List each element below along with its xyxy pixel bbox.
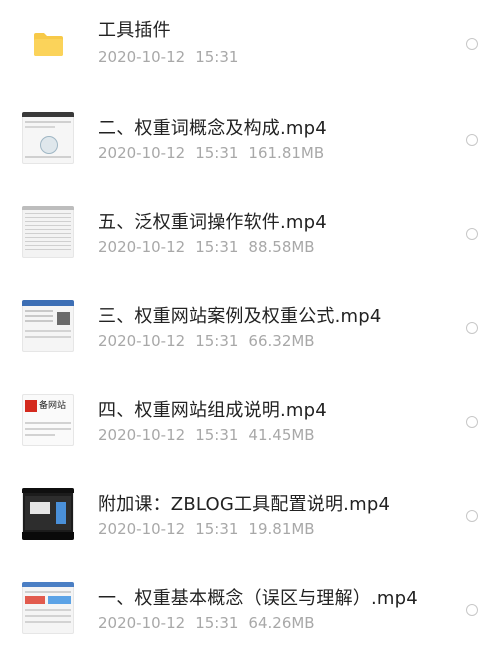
select-radio[interactable] bbox=[466, 604, 478, 616]
list-item[interactable]: 三、权重网站案例及权重公式.mp4 2020-10-12 15:31 66.32MB bbox=[0, 282, 500, 376]
file-meta: 2020-10-12 15:31 bbox=[98, 48, 248, 66]
select-radio[interactable] bbox=[466, 38, 478, 50]
file-date: 2020-10-12 bbox=[98, 332, 186, 350]
video-thumbnail bbox=[22, 582, 74, 634]
select-radio[interactable] bbox=[466, 416, 478, 428]
select-radio[interactable] bbox=[466, 134, 478, 146]
file-size: 64.26MB bbox=[248, 614, 315, 632]
video-thumbnail: 备网站 bbox=[22, 394, 74, 446]
list-item[interactable]: 二、权重词概念及构成.mp4 2020-10-12 15:31 161.81MB bbox=[0, 94, 500, 188]
file-date: 2020-10-12 bbox=[98, 520, 186, 538]
file-meta: 2020-10-12 15:31 64.26MB bbox=[98, 614, 325, 632]
video-thumbnail bbox=[22, 112, 74, 164]
file-title: 二、权重词概念及构成.mp4 bbox=[98, 118, 327, 139]
list-item[interactable]: 一、权重基本概念（误区与理解）.mp4 2020-10-12 15:31 64.26… bbox=[0, 564, 500, 658]
select-radio[interactable] bbox=[466, 228, 478, 240]
file-size: 41.45MB bbox=[248, 426, 315, 444]
file-size: 161.81MB bbox=[248, 144, 325, 162]
file-date: 2020-10-12 bbox=[98, 426, 186, 444]
list-item[interactable]: 工具插件 2020-10-12 15:31 bbox=[0, 0, 500, 94]
file-date: 2020-10-12 bbox=[98, 238, 186, 256]
select-radio[interactable] bbox=[466, 510, 478, 522]
file-time: 15:31 bbox=[195, 48, 239, 66]
list-item[interactable]: 五、泛权重词操作软件.mp4 2020-10-12 15:31 88.58MB bbox=[0, 188, 500, 282]
list-item[interactable]: 附加课：ZBLOG工具配置说明.mp4 2020-10-12 15:31 19.81… bbox=[0, 470, 500, 564]
folder-icon bbox=[33, 31, 64, 57]
file-size: 66.32MB bbox=[248, 332, 315, 350]
file-date: 2020-10-12 bbox=[98, 48, 186, 66]
file-title: 工具插件 bbox=[98, 20, 171, 41]
file-time: 15:31 bbox=[195, 238, 239, 256]
file-meta: 2020-10-12 15:31 19.81MB bbox=[98, 520, 325, 538]
file-time: 15:31 bbox=[195, 144, 239, 162]
list-item[interactable]: 备网站 四、权重网站组成说明.mp4 2020-10-12 15:31 41.45M… bbox=[0, 376, 500, 470]
file-meta: 2020-10-12 15:31 66.32MB bbox=[98, 332, 325, 350]
file-time: 15:31 bbox=[195, 332, 239, 350]
file-time: 15:31 bbox=[195, 426, 239, 444]
thumbnail-caption: 备网站 bbox=[39, 401, 67, 411]
file-time: 15:31 bbox=[195, 614, 239, 632]
file-date: 2020-10-12 bbox=[98, 144, 186, 162]
file-meta: 2020-10-12 15:31 41.45MB bbox=[98, 426, 325, 444]
file-meta: 2020-10-12 15:31 161.81MB bbox=[98, 144, 334, 162]
file-title: 三、权重网站案例及权重公式.mp4 bbox=[98, 306, 382, 327]
file-meta: 2020-10-12 15:31 88.58MB bbox=[98, 238, 325, 256]
select-radio[interactable] bbox=[466, 322, 478, 334]
file-time: 15:31 bbox=[195, 520, 239, 538]
video-thumbnail bbox=[22, 488, 74, 540]
file-size: 19.81MB bbox=[248, 520, 315, 538]
file-title: 一、权重基本概念（误区与理解）.mp4 bbox=[98, 588, 418, 609]
file-date: 2020-10-12 bbox=[98, 614, 186, 632]
file-title: 附加课：ZBLOG工具配置说明.mp4 bbox=[98, 494, 391, 515]
file-size: 88.58MB bbox=[248, 238, 315, 256]
file-title: 五、泛权重词操作软件.mp4 bbox=[98, 212, 327, 233]
video-thumbnail bbox=[22, 300, 74, 352]
file-title: 四、权重网站组成说明.mp4 bbox=[98, 400, 327, 421]
video-thumbnail bbox=[22, 206, 74, 258]
